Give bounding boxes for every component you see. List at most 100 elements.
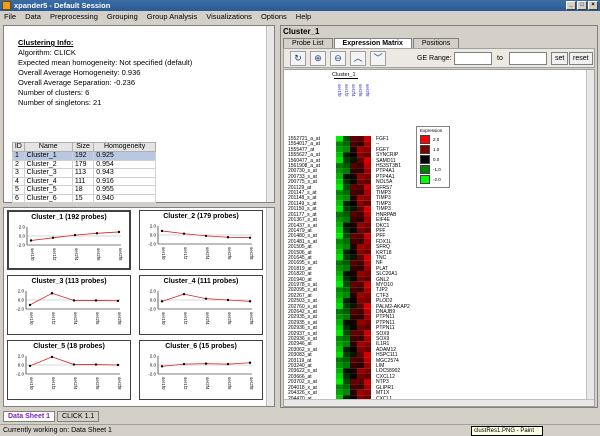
heatmap-cell [357, 308, 364, 315]
heatmap-cell [343, 265, 350, 271]
y-tick-label: 2.0 [150, 224, 157, 229]
heatmap-cell [343, 341, 350, 347]
table-cell: Cluster_6 [23, 193, 73, 203]
menu-preprocessing[interactable]: Preprocessing [50, 11, 98, 23]
menu-file[interactable]: File [4, 11, 16, 23]
table-cell: 5 [12, 185, 25, 195]
data-point [226, 362, 230, 366]
x-tick-label: ser2f8 [117, 312, 122, 325]
menu-help[interactable]: Help [296, 11, 311, 23]
heatmap-cell [364, 384, 371, 390]
column-header-id[interactable]: ID [12, 142, 25, 152]
cluster-chart-1[interactable]: Cluster_1 (192 probes) 2.0 0.0 -2.0 ser1f0 se… [7, 210, 131, 270]
heatmap-cell [336, 292, 343, 298]
y-tick-label: 0.0 [18, 298, 25, 303]
heatmap-cell [357, 335, 364, 342]
zoom-in-icon[interactable]: ⊕ [310, 51, 326, 66]
cluster-chart-6[interactable]: Cluster_6 (15 probes) 2.0 0.0 -2.0 ser1f0 ser… [139, 340, 263, 400]
info-scrollbar[interactable] [266, 26, 274, 202]
heatmap-cell [343, 157, 350, 163]
x-tick-label: ser1f0 [161, 247, 166, 260]
table-row[interactable]: 4 Cluster_4 111 0.916 [12, 176, 156, 186]
heatmap-cell [343, 233, 350, 239]
heatmap-column-label: ser2f8 [365, 84, 370, 97]
data-point [28, 303, 32, 307]
menu-group-analysis[interactable]: Group Analysis [147, 11, 197, 23]
heatmap-cell [364, 368, 371, 374]
matrix-vertical-scrollbar[interactable] [586, 70, 594, 406]
heatmap-cell [357, 195, 364, 201]
tab-positions[interactable]: Positions [412, 38, 460, 48]
cluster-table: ID Name Size Homogeneity 1 Cluster_1 192 0.925… [12, 142, 156, 203]
table-row[interactable]: 6 Cluster_6 15 0.940 [12, 193, 156, 203]
x-tick-label: ser2f6 [227, 247, 232, 260]
heatmap-cell [343, 206, 350, 212]
column-header-name[interactable]: Name [23, 142, 73, 152]
column-header-homogeneity[interactable]: Homogeneity [93, 142, 156, 152]
heatmap-cell [364, 254, 371, 261]
set-button[interactable]: set [551, 52, 569, 65]
heatmap-cell [364, 298, 371, 304]
ge-range-max-input[interactable] [509, 52, 547, 65]
table-row[interactable]: 2 Cluster_2 179 0.954 [12, 159, 156, 169]
heatmap-cell [364, 157, 371, 163]
heatmap-cell [343, 200, 350, 207]
cluster-chart-2[interactable]: Cluster_2 (179 probes) 2.0 0.0 -2.0 ser1f0 se… [139, 210, 263, 270]
cluster-chart-4[interactable]: Cluster_4 (111 probes) 2.0 0.0 -2.0 ser1f0 se… [139, 275, 263, 335]
legend-swatch [420, 175, 430, 184]
x-tick-label: ser1f0 [29, 312, 34, 325]
tab-data-sheet-1[interactable]: Data Sheet 1 [3, 411, 56, 422]
heatmap-cell [336, 157, 343, 163]
data-point [248, 300, 252, 303]
data-point [28, 364, 32, 368]
refresh-icon[interactable]: ↻ [290, 51, 306, 66]
heatmap-cell [336, 200, 343, 207]
minimize-button[interactable]: _ [566, 1, 576, 10]
table-cell: Cluster_4 [23, 176, 73, 186]
heatmap-cell [364, 260, 371, 266]
ge-range-label: GE Range: [417, 55, 452, 62]
expression-matrix-view: Cluster_1 ser1f0 ser1f2 ser2f4 ser2f6 ser2f8… [283, 69, 595, 407]
column-header-size[interactable]: Size [71, 142, 95, 152]
heatmap-cell [364, 389, 371, 396]
tab-probe-list[interactable]: Probe List [283, 38, 333, 48]
close-button[interactable]: × [588, 1, 598, 10]
table-row[interactable]: 3 Cluster_3 113 0.943 [12, 168, 156, 178]
data-point [204, 362, 208, 365]
heatmap-cell [357, 146, 364, 153]
menu-data[interactable]: Data [25, 11, 41, 23]
table-row[interactable]: 5 Cluster_5 18 0.955 [12, 185, 156, 195]
chart-plot: 2.0 0.0 -2.0 ser1f0 ser1f2 ser2f4 ser2f6 ser2f8 [148, 224, 254, 261]
heatmap-cell [350, 314, 357, 320]
menu-grouping[interactable]: Grouping [107, 11, 138, 23]
heatmap-cell [364, 136, 371, 142]
heatmap-cell [357, 157, 364, 163]
heatmap-cell [343, 276, 350, 282]
heatmap-cell [343, 184, 350, 190]
menu-options[interactable]: Options [261, 11, 287, 23]
cluster-chart-3[interactable]: Cluster_3 (113 probes) 2.0 0.0 -2.0 ser1f0 se… [7, 275, 131, 335]
table-row[interactable]: 1 Cluster_1 192 0.925 [12, 151, 156, 161]
heatmap-cell [357, 141, 364, 147]
data-point [73, 233, 77, 237]
heatmap-cell [364, 330, 371, 336]
tab-click-1-1[interactable]: CLICK 1.1 [57, 411, 100, 422]
heatmap-cell [364, 265, 371, 271]
charts-scrollbar[interactable] [266, 208, 274, 406]
chevron-down-icon[interactable]: ﹀ [370, 51, 386, 66]
heatmap-cell [343, 190, 350, 196]
maximize-button[interactable]: □ [577, 1, 587, 10]
heatmap-cell [343, 335, 350, 342]
cluster-chart-5[interactable]: Cluster_5 (18 probes) 2.0 0.0 -2.0 ser1f0 ser… [7, 340, 131, 400]
tab-expression-matrix[interactable]: Expression Matrix [333, 38, 412, 48]
chevron-up-icon[interactable]: ︿ [350, 51, 366, 66]
table-cell: 0.955 [93, 185, 156, 195]
zoom-out-icon[interactable]: ⊖ [330, 51, 346, 66]
heatmap-cell [336, 271, 343, 277]
table-cell: 0.940 [93, 193, 156, 203]
x-tick-label: ser1f2 [51, 312, 56, 325]
menu-visualizations[interactable]: Visualizations [206, 11, 252, 23]
reset-button[interactable]: reset [569, 52, 593, 65]
matrix-horizontal-scrollbar[interactable] [284, 399, 594, 406]
ge-range-min-input[interactable] [454, 52, 492, 65]
